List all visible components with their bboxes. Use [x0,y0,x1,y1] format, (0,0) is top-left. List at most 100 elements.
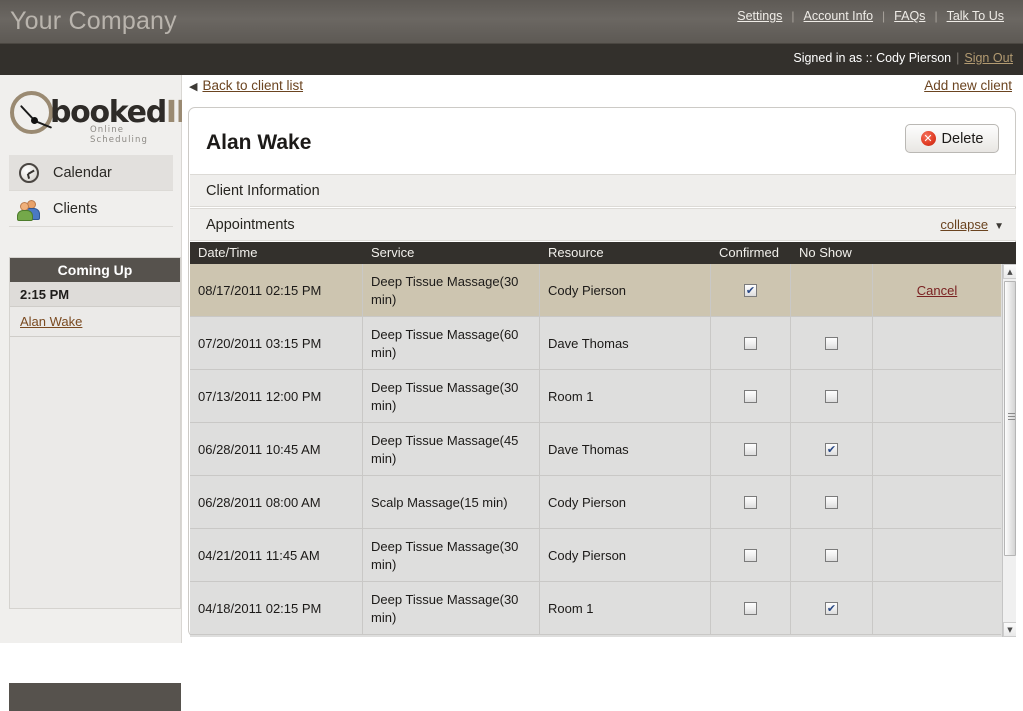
collapse-link[interactable]: collapse [940,217,988,232]
cell-action [873,476,1001,529]
logo-clock-icon [10,91,53,134]
table-row[interactable]: 07/20/2011 03:15 PM Deep Tissue Massage(6… [190,317,1001,370]
cell-datetime: 04/18/2011 02:15 PM [190,582,363,635]
no-show-checkbox[interactable]: ✔ [825,443,838,456]
cell-no-show: ✔ [791,317,873,370]
clock-icon [18,162,41,185]
no-show-checkbox[interactable]: ✔ [825,496,838,509]
breadcrumb: ◀ Back to client list Add new client [182,75,1023,105]
cell-resource: Cody Pierson [540,264,711,317]
nav-link-faqs[interactable]: FAQs [885,9,934,23]
coming-up-time: 2:15 PM [10,282,180,307]
appointments-table-body: 08/17/2011 02:15 PM Deep Tissue Massage(3… [190,264,1001,635]
coming-up-title: Coming Up [10,258,180,282]
confirmed-checkbox[interactable]: ✔ [744,496,757,509]
collapse-toggle[interactable]: collapse ▼ [940,217,1004,232]
table-row[interactable]: 08/17/2011 02:15 PM Deep Tissue Massage(3… [190,264,1001,317]
vertical-scrollbar[interactable]: ▲ ▼ [1002,264,1016,637]
scroll-up-button[interactable]: ▲ [1003,264,1016,279]
cell-service: Scalp Massage(15 min) [363,476,540,529]
cell-resource: Room 1 [540,582,711,635]
people-icon [17,198,41,221]
confirmed-checkbox[interactable]: ✔ [744,443,757,456]
cell-datetime: 08/17/2011 02:15 PM [190,264,363,317]
add-new-client-link[interactable]: Add new client [924,78,1012,93]
cell-resource: Dave Thomas [540,317,711,370]
sign-out-link[interactable]: Sign Out [964,51,1013,65]
cell-resource: Room 1 [540,370,711,423]
table-row[interactable]: 06/28/2011 10:45 AM Deep Tissue Massage(4… [190,423,1001,476]
cell-confirmed: ✔ [711,317,791,370]
signed-in-bar: Signed in as :: Cody Pierson | Sign Out [0,44,1023,75]
cell-confirmed: ✔ [711,423,791,476]
triangle-up-icon: ▲ [1007,267,1013,276]
appointments-table-header: Date/Time Service Resource Confirmed No … [190,242,1016,264]
confirmed-checkbox[interactable]: ✔ [744,337,757,350]
section-appointments[interactable]: Appointments collapse ▼ [190,208,1016,241]
cell-action: Cancel [873,264,1001,317]
table-row[interactable]: 07/13/2011 12:00 PM Deep Tissue Massage(3… [190,370,1001,423]
signed-in-username: Cody Pierson [876,51,952,65]
body-wrapper: bookedIN Online Scheduling Calendar [0,75,1023,711]
scrollbar-grip-icon [1008,413,1015,420]
coming-up-client-link[interactable]: Alan Wake [20,314,82,329]
signed-in-separator: | [956,51,960,65]
coming-up-panel: Coming Up 2:15 PM Alan Wake [9,257,181,609]
appointments-table-body-wrap: 08/17/2011 02:15 PM Deep Tissue Massage(3… [190,264,1016,637]
bookedin-logo[interactable]: bookedIN Online Scheduling [8,87,201,145]
back-to-client-list-link[interactable]: Back to client list [202,78,303,93]
nav-link-settings[interactable]: Settings [728,9,791,23]
scrollbar-thumb[interactable] [1004,281,1016,556]
top-header-bar: Your Company Settings | Account Info | F… [0,0,1023,44]
client-detail-panel: Alan Wake ✕ Delete Client Information Ap… [188,107,1016,637]
delete-button[interactable]: ✕ Delete [905,124,999,153]
confirmed-checkbox[interactable]: ✔ [744,390,757,403]
cell-action [873,370,1001,423]
signed-in-prefix: Signed in as :: [793,51,877,65]
no-show-checkbox[interactable]: ✔ [825,549,838,562]
sidebar-item-calendar[interactable]: Calendar [9,155,173,191]
cell-action [873,317,1001,370]
no-show-checkbox[interactable]: ✔ [825,390,838,403]
cell-confirmed: ✔ [711,529,791,582]
column-header-service: Service [371,245,415,260]
logo-clock-center [31,117,38,124]
add-new-client: Add new client [924,78,1012,93]
left-sidebar: bookedIN Online Scheduling Calendar [0,75,201,711]
cell-action [873,582,1001,635]
cell-service: Deep Tissue Massage(30 min) [363,370,540,423]
page-title: Alan Wake [206,131,312,154]
cell-confirmed: ✔ [711,264,791,317]
column-header-datetime: Date/Time [198,245,258,260]
sidebar-nav: Calendar Clients [9,155,173,227]
cancel-link[interactable]: Cancel [917,282,957,300]
confirmed-checkbox[interactable]: ✔ [744,602,757,615]
no-show-checkbox[interactable]: ✔ [825,602,838,615]
no-show-checkbox[interactable]: ✔ [825,337,838,350]
section-client-information[interactable]: Client Information [190,174,1016,207]
cell-action [873,423,1001,476]
table-row[interactable]: 04/21/2011 11:45 AM Deep Tissue Massage(3… [190,529,1001,582]
cell-resource: Cody Pierson [540,476,711,529]
cell-datetime: 06/28/2011 10:45 AM [190,423,363,476]
cell-service: Deep Tissue Massage(45 min) [363,423,540,476]
confirmed-checkbox[interactable]: ✔ [744,549,757,562]
top-nav: Settings | Account Info | FAQs | Talk To… [728,9,1013,23]
confirmed-checkbox[interactable]: ✔ [744,284,757,297]
check-icon: ✔ [745,284,756,297]
sidebar-item-clients[interactable]: Clients [9,191,173,227]
cell-action [873,529,1001,582]
cell-datetime: 07/20/2011 03:15 PM [190,317,363,370]
cell-resource: Dave Thomas [540,423,711,476]
cell-service: Deep Tissue Massage(60 min) [363,317,540,370]
scroll-down-button[interactable]: ▼ [1003,622,1016,637]
column-header-no-show: No Show [799,245,852,260]
table-row[interactable]: 06/28/2011 08:00 AM Scalp Massage(15 min)… [190,476,1001,529]
cell-no-show: ✔ [791,423,873,476]
nav-link-talk-to-us[interactable]: Talk To Us [938,9,1013,23]
nav-link-account-info[interactable]: Account Info [795,9,883,23]
cell-confirmed: ✔ [711,370,791,423]
cell-resource: Cody Pierson [540,529,711,582]
table-row[interactable]: 04/18/2011 02:15 PM Deep Tissue Massage(3… [190,582,1001,635]
cell-service: Deep Tissue Massage(30 min) [363,529,540,582]
